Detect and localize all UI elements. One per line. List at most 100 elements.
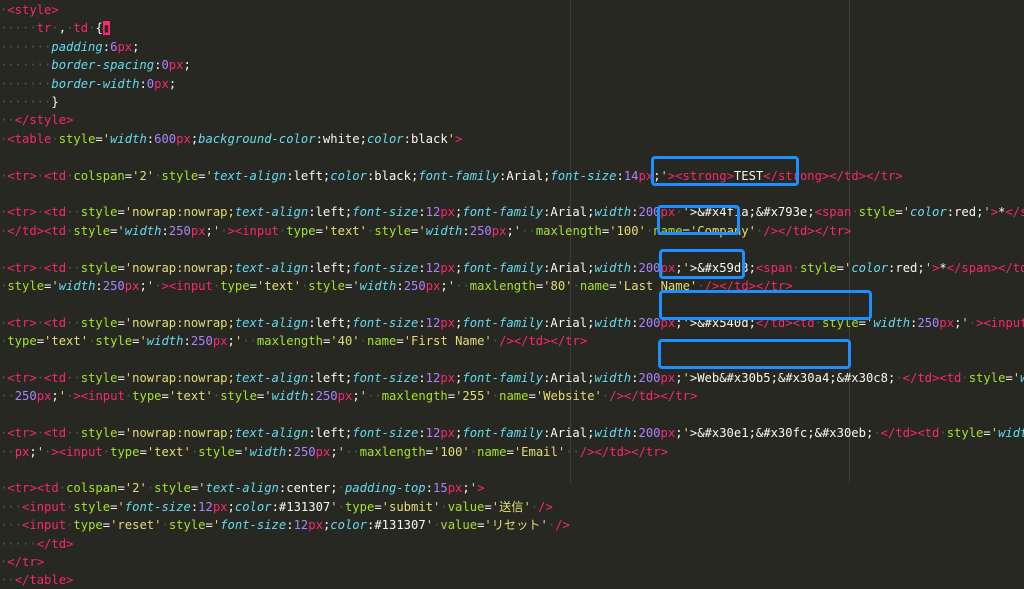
code-token: ·· (521, 223, 536, 238)
code-token: style (220, 389, 257, 404)
code-token: /> (538, 499, 553, 514)
code-token: <td (939, 371, 962, 385)
code-line[interactable]: ·<tr>·<td··style='nowrap:nowrap;text-ali… (0, 259, 1024, 277)
code-token: width (873, 315, 911, 330)
code-token: ; (330, 444, 338, 459)
code-token: name (477, 444, 507, 459)
code-token: ' (117, 499, 125, 514)
code-token: px (36, 389, 52, 404)
code-token: /> (499, 334, 514, 349)
code-token: </td> (902, 371, 940, 385)
code-token: px (212, 499, 228, 514)
code-token: ·· (66, 205, 81, 220)
code-token: style (73, 223, 111, 238)
code-line[interactable]: ···<input·style='font-size:12px;color:#1… (0, 498, 553, 516)
code-token: ; (132, 39, 140, 54)
code-token: = (205, 518, 213, 533)
code-token: = (110, 499, 118, 514)
code-token: 'text' (168, 389, 213, 404)
code-token: style (58, 131, 96, 146)
code-line[interactable]: ·<tr><td·colspan='2'·style='text-align:c… (0, 479, 484, 497)
code-token: ·· (66, 260, 81, 275)
code-token: padding-top (344, 481, 426, 496)
code-token: : (286, 444, 294, 459)
code-token: width (271, 389, 309, 404)
code-line[interactable]: ··250px;'·><input·type='text'·style='wid… (0, 387, 697, 405)
code-line[interactable]: ·<style> (0, 1, 59, 19)
code-token: = (117, 371, 125, 385)
code-token: px (440, 371, 456, 385)
highlight-email-entity (658, 339, 851, 369)
code-line[interactable]: ·····</td> (0, 535, 73, 553)
code-token: <td (44, 168, 67, 183)
code-line[interactable]: ·<table·style='width:600px;background-co… (0, 130, 462, 148)
code-line[interactable]: ·<tr>·<td··style='nowrap:nowrap;text-ali… (0, 203, 1024, 221)
code-editor[interactable]: ·<style> ·····tr·,·td·{▮ ·······padding:6p… (0, 0, 1024, 587)
code-token: 'nowrap:nowrap; (124, 260, 235, 275)
code-token: 600 (154, 131, 177, 146)
code-token: = (117, 315, 125, 330)
code-token: <tr> (7, 371, 37, 385)
code-token: style (198, 444, 235, 459)
code-token: = (315, 223, 323, 238)
code-token: font-size (352, 315, 419, 330)
code-token: :#131307 (271, 499, 331, 514)
code-token: · (36, 371, 45, 385)
code-token: <td (44, 205, 67, 220)
code-token: : (95, 279, 103, 293)
code-line[interactable]: ·<tr>·<td··style='nowrap:nowrap;text-ali… (0, 424, 1024, 442)
code-token: width (594, 315, 632, 330)
code-token: · (337, 481, 345, 496)
code-token: border-width (51, 76, 140, 91)
code-token: · (939, 426, 947, 441)
code-token: : (286, 518, 294, 533)
code-line[interactable]: ··px;'·><input·type='text'·style='width:… (0, 443, 668, 461)
code-token: span (821, 205, 852, 220)
code-token: text-align (234, 371, 309, 385)
code-token: tr (36, 21, 52, 36)
code-token: color (366, 131, 404, 146)
code-line[interactable]: ·type='text'·style='width:250px;'··maxle… (0, 332, 587, 350)
code-token: ' (330, 499, 338, 514)
code-line[interactable]: ···<input·type='reset'·style='font-size:… (0, 516, 570, 534)
code-token: px (660, 371, 676, 385)
code-token: ····· (0, 21, 37, 36)
code-line[interactable]: ·······border-width:0px; (0, 75, 176, 93)
code-token: ' (983, 205, 991, 220)
code-line[interactable]: ·····tr·,·td·{▮ (0, 19, 111, 37)
code-token: /> (763, 223, 779, 238)
code-line[interactable]: ·······} (0, 93, 59, 111)
code-token: ; (139, 279, 147, 293)
code-token: :red; (888, 260, 925, 275)
code-token: ' (1012, 371, 1021, 385)
code-token: px (212, 334, 228, 349)
code-token: > (455, 131, 463, 146)
code-token: :Arial; (543, 260, 595, 275)
code-token: :#131307 (366, 518, 426, 533)
code-line[interactable]: ·</tr> (0, 553, 44, 571)
code-token: </td> (36, 536, 74, 551)
code-token: ······· (0, 76, 52, 91)
code-token: text-align (234, 315, 309, 330)
code-token: </style> (14, 113, 74, 128)
code-token: : (308, 389, 316, 404)
code-token: style (73, 499, 111, 514)
code-token: ; (183, 58, 191, 73)
code-token: '255' (455, 389, 492, 404)
code-line[interactable]: ·······padding:6px; (0, 38, 139, 56)
code-token: text-align (234, 426, 309, 441)
code-line[interactable]: ·<tr>·<td··style='nowrap:nowrap;text-ali… (0, 369, 1024, 387)
code-token: = (117, 205, 125, 220)
code-line[interactable]: ·······border-spacing:0px; (0, 56, 191, 74)
code-token: ' (447, 131, 456, 146)
code-token: maxlength (535, 223, 602, 238)
code-token: · (851, 205, 859, 220)
code-token: name (499, 389, 529, 404)
code-token: = (447, 389, 456, 404)
code-line[interactable]: ··</style> (0, 111, 73, 129)
code-line[interactable]: ··</table> (0, 571, 73, 589)
code-token: </td> (513, 334, 551, 349)
code-token: :white; (315, 131, 367, 146)
code-token: <input (80, 389, 125, 404)
code-token: · (530, 499, 539, 514)
